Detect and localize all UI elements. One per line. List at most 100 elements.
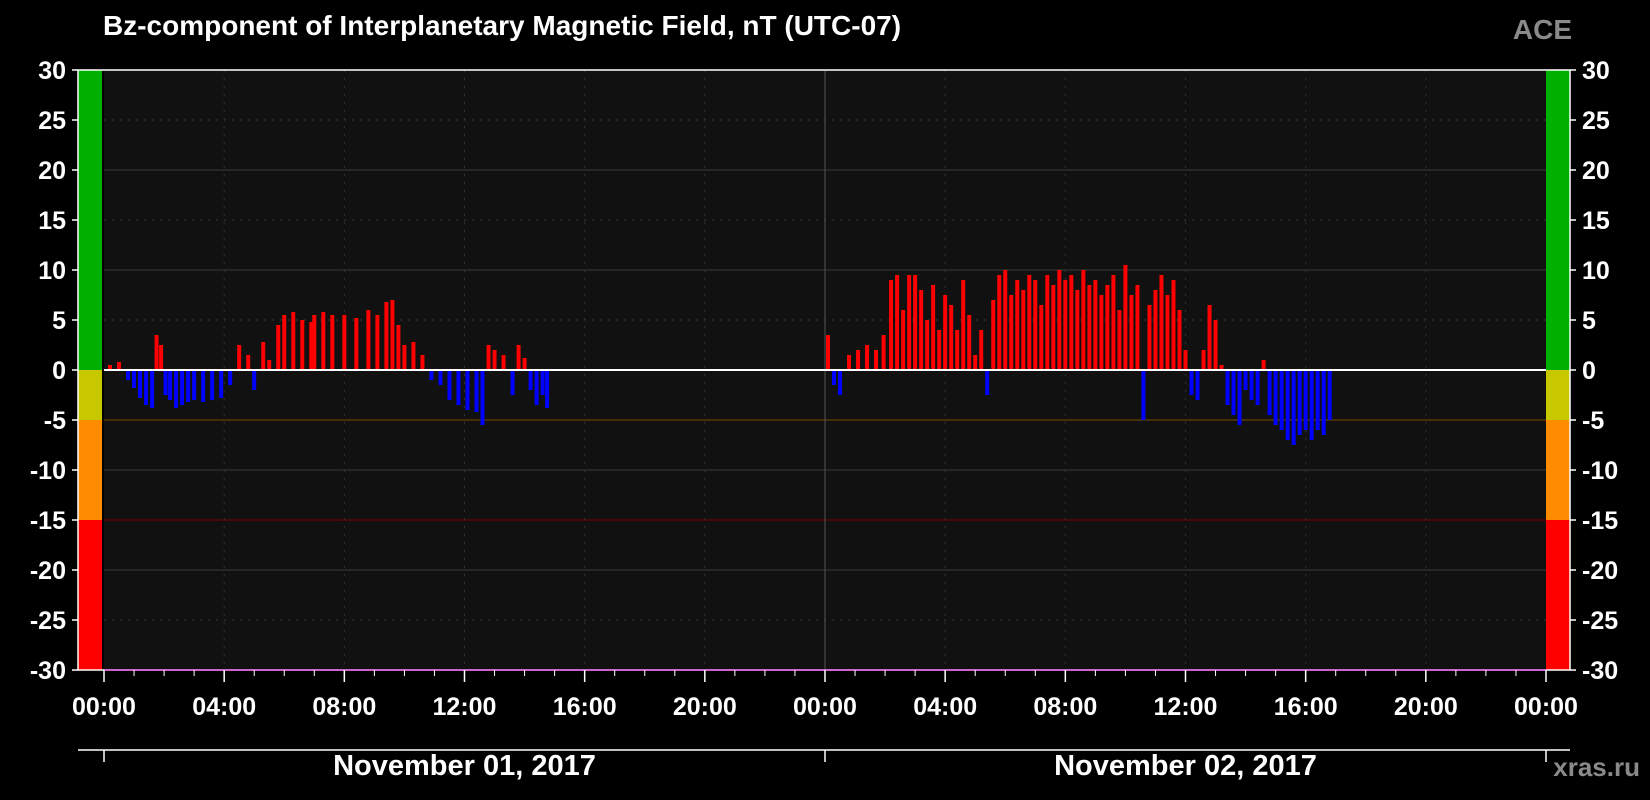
bz-bar: [865, 345, 870, 370]
bz-bar: [979, 330, 984, 370]
bz-bar: [282, 315, 287, 370]
bz-bar: [1129, 295, 1134, 370]
bz-bar: [1111, 275, 1116, 370]
bz-bar: [1231, 370, 1236, 415]
bz-bar: [1285, 370, 1290, 440]
bz-bar: [168, 370, 173, 400]
bz-bar: [1267, 370, 1272, 415]
bz-bar: [967, 315, 972, 370]
bz-bar: [1135, 285, 1140, 370]
bz-bar: [949, 305, 954, 370]
y-tick-label-left: 30: [38, 57, 66, 85]
bz-bar: [1249, 370, 1254, 400]
bz-bar: [126, 370, 131, 380]
bz-bar: [907, 275, 912, 370]
bz-bar: [528, 370, 533, 390]
bz-bar: [1273, 370, 1278, 425]
bz-bar: [1123, 265, 1128, 370]
y-tick-label-right: -30: [1582, 657, 1618, 685]
bz-bar: [1015, 280, 1020, 370]
bz-bar: [144, 370, 149, 405]
bz-bar: [384, 302, 389, 370]
bz-bar: [1099, 295, 1104, 370]
bz-bar: [429, 370, 434, 380]
x-tick-label: 12:00: [1154, 693, 1218, 721]
y-tick-label-right: -15: [1582, 507, 1618, 535]
bz-bar: [474, 370, 479, 412]
y-tick-label-left: -5: [44, 407, 66, 435]
bz-bar: [540, 370, 545, 395]
y-tick-label-right: 25: [1582, 107, 1610, 135]
bz-bar: [955, 330, 960, 370]
bz-bar: [312, 315, 317, 370]
y-tick-label-left: 25: [38, 107, 66, 135]
bz-bar: [1327, 370, 1332, 420]
bz-bar: [1045, 275, 1050, 370]
bz-bar: [1321, 370, 1326, 435]
x-tick-label: 00:00: [1514, 693, 1578, 721]
date-label-nov-02: November 02, 2017: [1054, 750, 1317, 782]
bz-bar: [522, 358, 527, 370]
bz-bar: [237, 345, 242, 370]
bz-bar: [1021, 290, 1026, 370]
bz-bar: [1195, 370, 1200, 400]
bz-bar: [516, 345, 521, 370]
bz-bar: [438, 370, 443, 385]
y-tick-label-left: 5: [52, 307, 66, 335]
bz-bar: [1159, 275, 1164, 370]
bz-bar: [465, 370, 470, 410]
bz-bar: [997, 275, 1002, 370]
bz-bar: [219, 370, 224, 398]
x-tick-label: 12:00: [433, 693, 497, 721]
bz-bar: [1027, 275, 1032, 370]
x-tick-label: 20:00: [1394, 693, 1458, 721]
bz-bar: [1183, 350, 1188, 370]
y-tick-label-left: 0: [52, 357, 66, 385]
bz-bar: [1081, 270, 1086, 370]
bz-bar: [252, 370, 257, 390]
bz-bar: [1039, 305, 1044, 370]
bz-bar: [201, 370, 206, 402]
bz-bar: [174, 370, 179, 408]
bz-bar: [901, 310, 906, 370]
bz-bar: [321, 312, 326, 370]
bz-bar: [1213, 320, 1218, 370]
bz-bar: [931, 285, 936, 370]
y-tick-label-right: -20: [1582, 557, 1618, 585]
y-tick-label-right: -25: [1582, 607, 1618, 635]
y-tick-label-left: -10: [30, 457, 66, 485]
bz-bar: [342, 315, 347, 370]
bz-bar: [150, 370, 155, 408]
bz-bar: [991, 300, 996, 370]
y-tick-label-right: 0: [1582, 357, 1596, 385]
bz-bar: [1165, 295, 1170, 370]
bz-bar: [246, 355, 251, 370]
bz-bar: [267, 360, 272, 370]
bz-bar: [1117, 310, 1122, 370]
x-tick-label: 04:00: [913, 693, 977, 721]
bz-bar: [375, 315, 380, 370]
bz-bar: [180, 370, 185, 405]
scale-strip-left-1: [78, 370, 102, 420]
scale-strip-left-3: [78, 520, 102, 670]
bz-bar: [889, 280, 894, 370]
bz-bar: [838, 370, 843, 395]
bz-bar: [961, 280, 966, 370]
bz-bar: [159, 345, 164, 370]
y-tick-label-right: 15: [1582, 207, 1610, 235]
bz-bar: [456, 370, 461, 405]
bz-bar: [261, 342, 266, 370]
bz-bar: [300, 320, 305, 370]
bz-bar: [501, 355, 506, 370]
bz-bar: [1315, 370, 1320, 430]
y-tick-label-right: 10: [1582, 257, 1610, 285]
scale-strip-left-2: [78, 420, 102, 520]
bz-bar: [117, 362, 122, 370]
x-tick-label: 16:00: [1274, 693, 1338, 721]
y-tick-label-left: 20: [38, 157, 66, 185]
bz-bar: [1057, 270, 1062, 370]
bz-bar: [366, 310, 371, 370]
bz-bar: [1177, 310, 1182, 370]
bz-bar: [447, 370, 452, 400]
y-tick-label-right: 30: [1582, 57, 1610, 85]
